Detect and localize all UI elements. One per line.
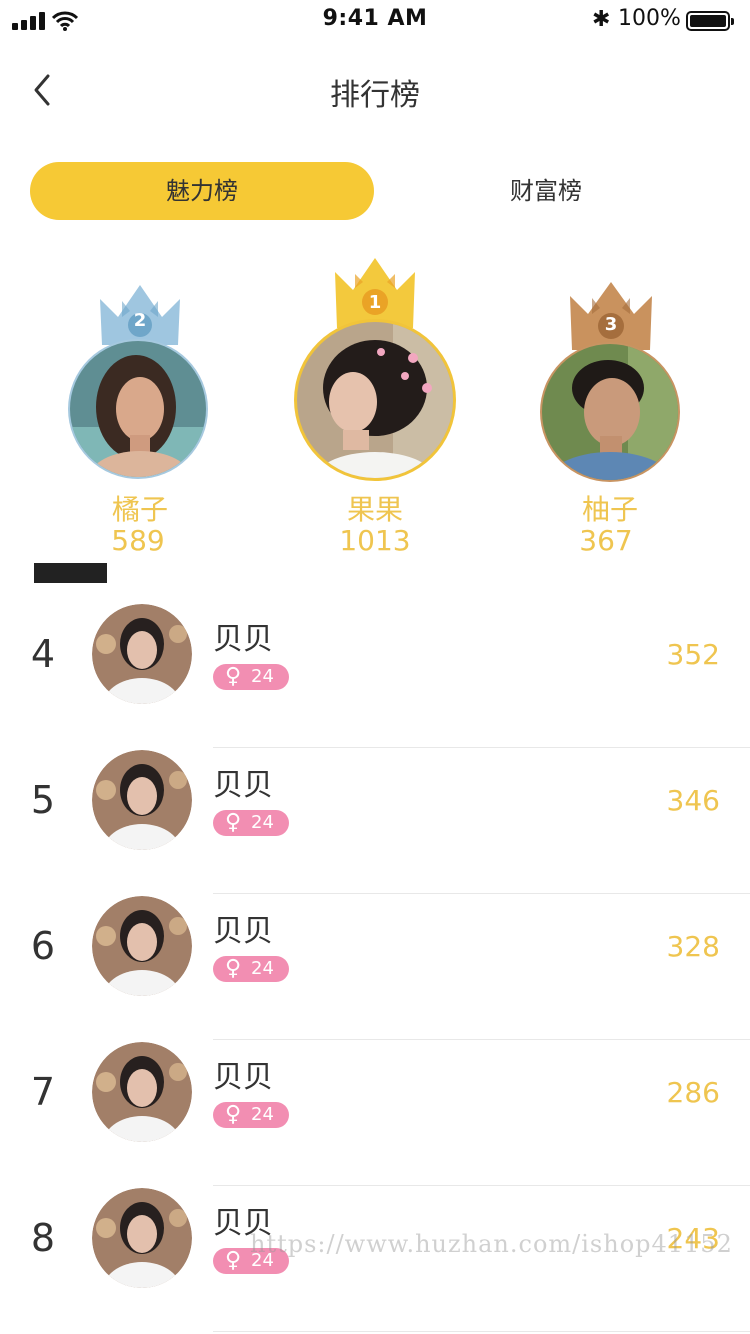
redaction-bar (34, 563, 107, 583)
list-item[interactable]: 5 贝贝 ♀ 24 346 (0, 748, 750, 894)
tab-charm[interactable]: 魅力榜 (30, 162, 374, 220)
list-item[interactable]: 4 贝贝 ♀ 24 352 (0, 602, 750, 748)
rank-number: 6 (30, 924, 56, 968)
age-value: 24 (251, 666, 274, 687)
battery-icon (686, 11, 734, 31)
avatar (92, 750, 192, 850)
user-name: 贝贝 (213, 622, 273, 657)
status-bar: 9:41 AM ✱ 100% (0, 0, 750, 42)
female-icon: ♀ (225, 1248, 242, 1273)
avatar (92, 1188, 192, 1288)
battery-percent: 100% (618, 6, 681, 31)
gender-age-badge: ♀ 24 (213, 956, 289, 982)
avatar (92, 896, 192, 996)
podium-rank-2: 2 (133, 310, 147, 331)
list-item[interactable]: 7 贝贝 ♀ 24 286 (0, 1040, 750, 1186)
gender-age-badge: ♀ 24 (213, 664, 289, 690)
podium-name-second: 橘子 (111, 493, 168, 526)
gender-age-badge: ♀ 24 (213, 1102, 289, 1128)
page-title: 排行榜 (330, 78, 420, 113)
female-icon: ♀ (225, 664, 242, 689)
podium-rank-3: 3 (604, 314, 618, 335)
rank-number: 5 (30, 778, 56, 822)
rank-number: 8 (30, 1216, 56, 1260)
age-value: 24 (251, 812, 274, 833)
avatar-first (294, 319, 456, 481)
podium-score-third: 367 (579, 524, 633, 557)
avatar-second (68, 339, 208, 479)
female-icon: ♀ (225, 956, 242, 981)
user-name: 贝贝 (213, 768, 273, 803)
user-name: 贝贝 (213, 914, 273, 949)
watermark: https://www.huzhan.com/ishop41152 (250, 1230, 733, 1258)
score-value: 328 (666, 930, 720, 963)
female-icon: ♀ (225, 1102, 242, 1127)
list-item[interactable]: 6 贝贝 ♀ 24 328 (0, 894, 750, 1040)
podium-score-first: 1013 (339, 524, 411, 557)
score-value: 346 (666, 784, 720, 817)
female-icon: ♀ (225, 810, 242, 835)
rank-number: 7 (30, 1070, 56, 1114)
podium-rank-1: 1 (368, 292, 382, 313)
tab-wealth[interactable]: 财富榜 (374, 162, 718, 220)
age-value: 24 (251, 958, 274, 979)
bluetooth-icon: ✱ (592, 7, 611, 32)
podium-name-first: 果果 (346, 493, 403, 526)
list-item[interactable]: 8 贝贝 ♀ 24 243 (0, 1186, 750, 1332)
score-value: 352 (666, 638, 720, 671)
user-name: 贝贝 (213, 1060, 273, 1095)
gender-age-badge: ♀ 24 (213, 810, 289, 836)
avatar-third (540, 342, 680, 482)
podium-score-second: 589 (111, 524, 165, 557)
divider (213, 1331, 750, 1332)
age-value: 24 (251, 1104, 274, 1125)
podium-name-third: 柚子 (581, 493, 638, 526)
avatar (92, 604, 192, 704)
rank-number: 4 (30, 632, 56, 676)
score-value: 286 (666, 1076, 720, 1109)
avatar (92, 1042, 192, 1142)
